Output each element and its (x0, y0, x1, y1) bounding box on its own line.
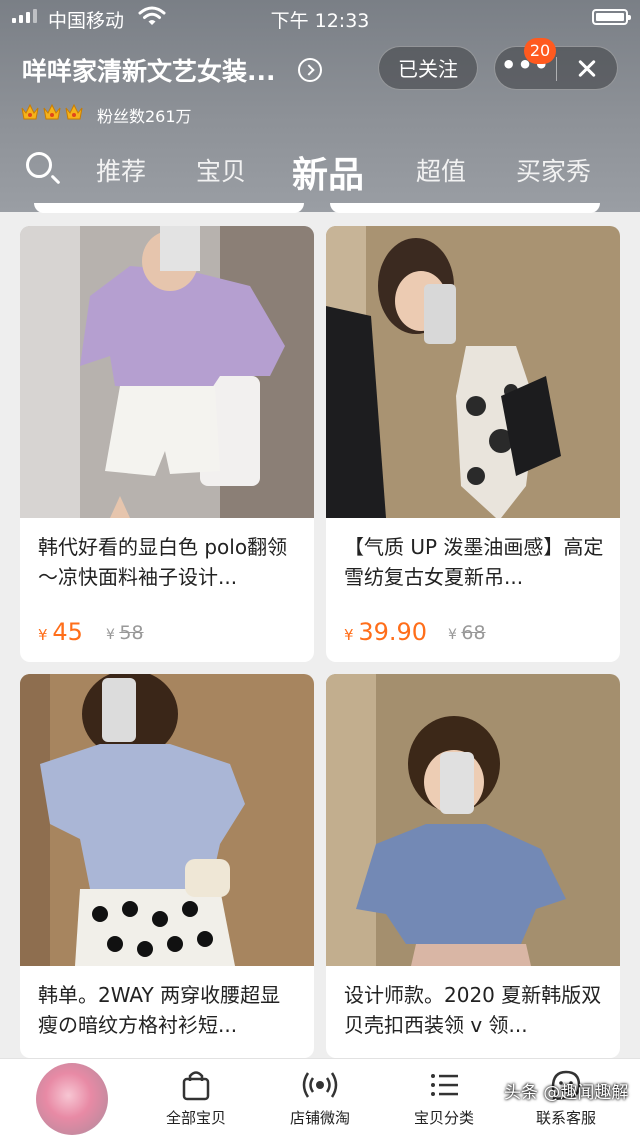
shop-name[interactable]: 咩咩家清新文艺女装... (22, 52, 276, 88)
tab-recommend[interactable]: 推荐 (96, 152, 146, 188)
clock: 下午 12:33 (270, 10, 370, 32)
nav-all-items[interactable]: 全部宝贝 (146, 1067, 246, 1128)
battery-icon (592, 9, 631, 25)
nav-label: 联系客服 (535, 1109, 596, 1127)
currency-symbol: ¥ (448, 627, 457, 643)
product-image (20, 674, 314, 966)
fans-count: 粉丝数261万 (97, 107, 192, 126)
price-value: 45 (52, 618, 83, 646)
nav-categories[interactable]: 宝贝分类 (394, 1067, 494, 1128)
message-count-badge: 20 (524, 38, 556, 64)
search-icon[interactable] (26, 152, 52, 178)
list-icon (431, 1074, 458, 1096)
crown-icon (65, 103, 83, 120)
shop-avatar[interactable] (36, 1063, 108, 1135)
header-actions: ••• (494, 46, 618, 90)
shop-info-arrow-icon[interactable] (298, 58, 322, 82)
product-price: ¥ 45 (38, 618, 83, 646)
product-card[interactable]: 韩单。2WAY 两穿收腰超显瘦の暗纹方格衬衫短... (20, 674, 314, 1058)
product-title[interactable]: 韩单。2WAY 两穿收腰超显瘦の暗纹方格衬衫短... (38, 980, 300, 1040)
product-card[interactable]: 【气质 UP 泼墨油画感】高定雪纺复古女夏新吊... ¥ 39.90 ¥ 68 (326, 226, 620, 662)
currency-symbol: ¥ (106, 627, 115, 643)
follow-button[interactable]: 已关注 (378, 46, 478, 90)
shopping-bag-icon (182, 1071, 210, 1101)
original-price: ¥ 58 (106, 622, 144, 644)
product-title[interactable]: 【气质 UP 泼墨油画感】高定雪纺复古女夏新吊... (344, 532, 606, 592)
tab-items[interactable]: 宝贝 (196, 152, 246, 188)
crown-icon (21, 103, 39, 120)
nav-label: 全部宝贝 (165, 1109, 226, 1127)
close-icon[interactable] (557, 47, 617, 89)
previous-card-edge (34, 203, 304, 213)
product-card[interactable]: 设计师款。2020 夏新韩版双贝壳扣西装领 v 领... (326, 674, 620, 1058)
original-price-value: 68 (461, 622, 486, 644)
broadcast-icon (302, 1072, 338, 1098)
nav-label: 店铺微淘 (289, 1109, 350, 1127)
crown-icon (43, 103, 61, 120)
nav-shop-feed[interactable]: 店铺微淘 (270, 1067, 370, 1128)
product-card[interactable]: 韩代好看的显白色 polo翻领～凉快面料袖子设计... ¥ 45 ¥ 58 (20, 226, 314, 662)
tab-buyer-show[interactable]: 买家秀 (516, 152, 591, 188)
product-title[interactable]: 设计师款。2020 夏新韩版双贝壳扣西装领 v 领... (344, 980, 606, 1040)
original-price: ¥ 68 (448, 622, 486, 644)
product-image (20, 226, 314, 518)
nav-label: 宝贝分类 (413, 1109, 474, 1127)
shop-rating-crowns (20, 102, 84, 122)
product-title[interactable]: 韩代好看的显白色 polo翻领～凉快面料袖子设计... (38, 532, 300, 592)
currency-symbol: ¥ (344, 626, 354, 644)
watermark: 头条 @趣闻趣解 (504, 1083, 629, 1103)
original-price-value: 58 (119, 622, 144, 644)
previous-card-edge (330, 203, 600, 213)
product-image (326, 674, 620, 966)
status-bar: 中国移动 下午 12:33 (0, 0, 640, 36)
product-price: ¥ 39.90 (344, 618, 427, 646)
currency-symbol: ¥ (38, 626, 48, 644)
product-image (326, 226, 620, 518)
price-value: 39.90 (358, 618, 428, 646)
tab-deals[interactable]: 超值 (416, 152, 466, 188)
tab-new-arrivals[interactable]: 新品 (292, 146, 364, 198)
